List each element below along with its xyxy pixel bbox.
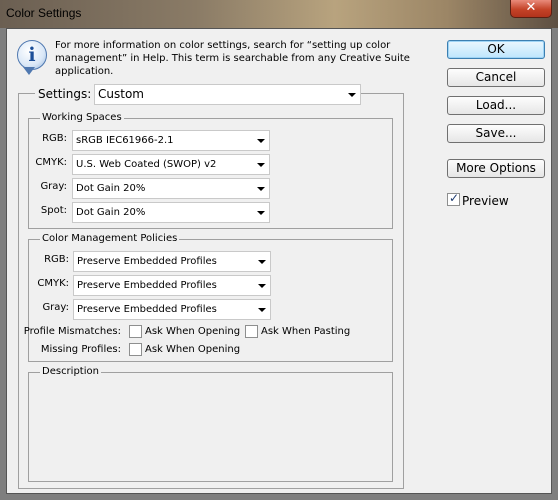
policy-rgb-label: RGB: bbox=[44, 254, 69, 265]
chevron-down-icon bbox=[258, 284, 266, 288]
ws-rgb-label: RGB: bbox=[42, 133, 67, 144]
policy-cmyk-value: Preserve Embedded Profiles bbox=[77, 280, 217, 291]
load-button[interactable]: Load... bbox=[447, 96, 545, 115]
save-button[interactable]: Save... bbox=[447, 124, 545, 143]
policies-title: Color Management Policies bbox=[40, 233, 180, 245]
chevron-down-icon bbox=[257, 139, 265, 143]
policy-rgb-value: Preserve Embedded Profiles bbox=[77, 256, 217, 267]
dialog-body: i For more information on color settings… bbox=[6, 28, 552, 494]
settings-value: Custom bbox=[98, 87, 144, 101]
ws-gray-value: Dot Gain 20% bbox=[76, 183, 146, 194]
policy-gray-label: Gray: bbox=[42, 302, 69, 313]
missing-ask-opening-checkbox[interactable] bbox=[129, 343, 142, 356]
cancel-button[interactable]: Cancel bbox=[447, 68, 545, 87]
ws-cmyk-label: CMYK: bbox=[35, 157, 67, 168]
settings-select[interactable]: Custom bbox=[94, 84, 361, 105]
ws-rgb-select[interactable]: sRGB IEC61966-2.1 bbox=[72, 130, 270, 151]
mismatch-ask-pasting-label: Ask When Pasting bbox=[261, 326, 351, 337]
ws-spot-select[interactable]: Dot Gain 20% bbox=[72, 202, 270, 223]
chevron-down-icon bbox=[258, 260, 266, 264]
info-icon: i bbox=[17, 40, 47, 70]
description-group bbox=[28, 372, 393, 482]
chevron-down-icon bbox=[258, 308, 266, 312]
chevron-down-icon bbox=[257, 211, 265, 215]
close-icon: ✕ bbox=[525, 0, 537, 15]
window-title: Color Settings bbox=[6, 6, 82, 20]
check-icon: ✓ bbox=[449, 191, 460, 205]
chevron-down-icon bbox=[257, 163, 265, 167]
info-icon-tail bbox=[23, 67, 35, 75]
preview-label: Preview bbox=[462, 194, 509, 208]
info-message: For more information on color settings, … bbox=[55, 40, 410, 77]
chevron-down-icon bbox=[257, 187, 265, 191]
description-title: Description bbox=[40, 366, 101, 378]
close-button[interactable]: ✕ bbox=[510, 0, 552, 18]
description-text bbox=[29, 373, 392, 481]
mismatch-ask-opening-label: Ask When Opening bbox=[145, 326, 241, 337]
profile-mismatches-label: Profile Mismatches: bbox=[23, 326, 121, 337]
ws-cmyk-value: U.S. Web Coated (SWOP) v2 bbox=[76, 159, 217, 170]
ws-rgb-value: sRGB IEC61966-2.1 bbox=[76, 135, 174, 146]
policy-rgb-select[interactable]: Preserve Embedded Profiles bbox=[73, 251, 271, 272]
settings-label: Settings: bbox=[35, 87, 95, 101]
mismatch-ask-opening-checkbox[interactable] bbox=[129, 325, 142, 338]
policy-cmyk-select[interactable]: Preserve Embedded Profiles bbox=[73, 275, 271, 296]
working-spaces-title: Working Spaces bbox=[40, 112, 124, 124]
missing-ask-opening-label: Ask When Opening bbox=[145, 344, 241, 355]
ws-spot-value: Dot Gain 20% bbox=[76, 207, 146, 218]
title-bar[interactable]: Color Settings ✕ bbox=[0, 0, 558, 28]
policy-gray-value: Preserve Embedded Profiles bbox=[77, 304, 217, 315]
ws-gray-select[interactable]: Dot Gain 20% bbox=[72, 178, 270, 199]
ok-button[interactable]: OK bbox=[447, 40, 545, 59]
ws-gray-label: Gray: bbox=[40, 181, 67, 192]
mismatch-ask-pasting-checkbox[interactable] bbox=[245, 325, 258, 338]
chevron-down-icon bbox=[348, 93, 356, 97]
ws-cmyk-select[interactable]: U.S. Web Coated (SWOP) v2 bbox=[72, 154, 270, 175]
policy-cmyk-label: CMYK: bbox=[37, 278, 69, 289]
preview-checkbox[interactable]: ✓ bbox=[447, 191, 460, 206]
more-options-button[interactable]: More Options bbox=[447, 159, 545, 178]
missing-profiles-label: Missing Profiles: bbox=[40, 344, 121, 355]
ws-spot-label: Spot: bbox=[40, 205, 67, 216]
policy-gray-select[interactable]: Preserve Embedded Profiles bbox=[73, 299, 271, 320]
